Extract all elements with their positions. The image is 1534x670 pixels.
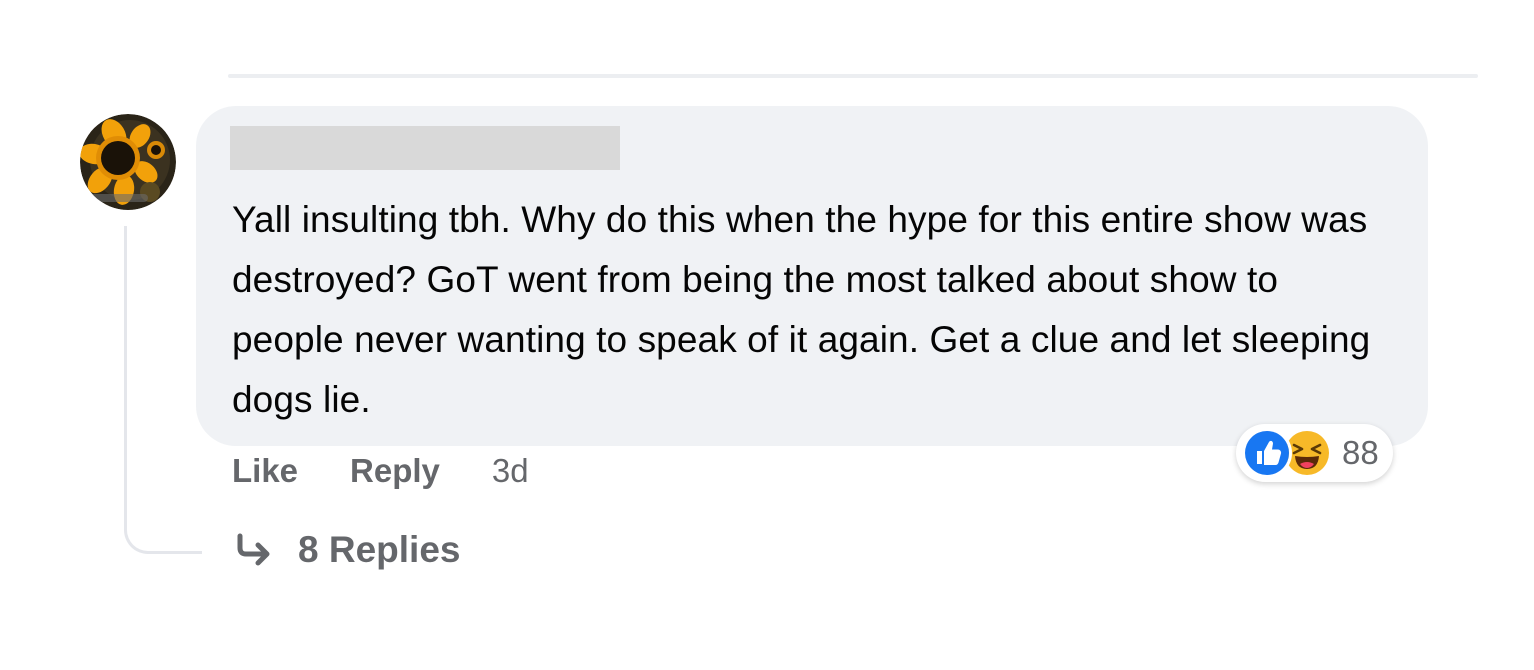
reply-button[interactable]: Reply	[350, 452, 440, 490]
reaction-count: 88	[1342, 434, 1379, 471]
view-replies-button[interactable]: 8 Replies	[232, 528, 460, 572]
author-name-redacted	[230, 126, 620, 170]
like-button[interactable]: Like	[232, 452, 298, 490]
thread-connector-line	[124, 226, 202, 554]
section-divider	[228, 74, 1478, 78]
comment-timestamp[interactable]: 3d	[492, 452, 529, 490]
reply-arrow-icon	[232, 528, 276, 572]
comment-text: Yall insulting tbh. Why do this when the…	[232, 199, 1371, 420]
comment-thread: Yall insulting tbh. Why do this when the…	[0, 0, 1534, 670]
reactions-summary[interactable]: 88	[1236, 424, 1393, 482]
replies-label: 8 Replies	[298, 529, 461, 570]
comment-bubble: Yall insulting tbh. Why do this when the…	[196, 106, 1428, 446]
sunflower-avatar-icon	[80, 114, 176, 210]
like-reaction-icon	[1242, 428, 1292, 478]
comment-actions: Like Reply 3d	[232, 452, 529, 490]
avatar[interactable]	[80, 114, 176, 210]
